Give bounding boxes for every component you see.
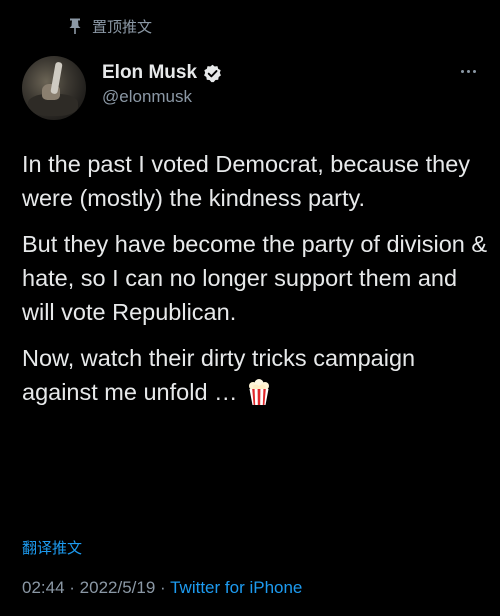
meta-separator: · [155,578,171,597]
pinned-indicator: 置顶推文 [66,12,152,40]
avatar[interactable] [22,56,86,120]
pinned-label: 置顶推文 [92,17,153,36]
more-dot-icon [466,69,470,73]
tweet-header: Elon Musk @elonmusk [22,56,480,120]
tweet-date[interactable]: 2022/5/19 [80,578,156,597]
tweet-time[interactable]: 02:44 [22,578,65,597]
more-dot-icon [460,69,464,73]
tweet-paragraph: Now, watch their dirty tricks campaign a… [22,341,492,409]
tweet-paragraph: In the past I voted Democrat, because th… [22,151,471,211]
author-block: Elon Musk @elonmusk [102,62,222,107]
author-handle[interactable]: @elonmusk [102,87,222,107]
tweet-source-link[interactable]: Twitter for iPhone [170,578,302,597]
tweet-meta: 02:44 · 2022/5/19 · Twitter for iPhone [22,578,302,598]
verified-badge-icon [203,64,222,83]
tweet-paragraph-text: Now, watch their dirty tricks campaign a… [22,345,416,405]
more-dot-icon [472,69,476,73]
meta-separator: · [64,578,80,597]
tweet-text: In the past I voted Democrat, because th… [22,147,492,421]
popcorn-icon [246,378,272,406]
author-name[interactable]: Elon Musk [102,62,197,84]
more-options-button[interactable] [456,62,480,80]
translate-tweet-link[interactable]: 翻译推文 [22,537,82,558]
pin-icon [66,17,84,35]
tweet-paragraph: But they have become the party of divisi… [22,231,488,325]
